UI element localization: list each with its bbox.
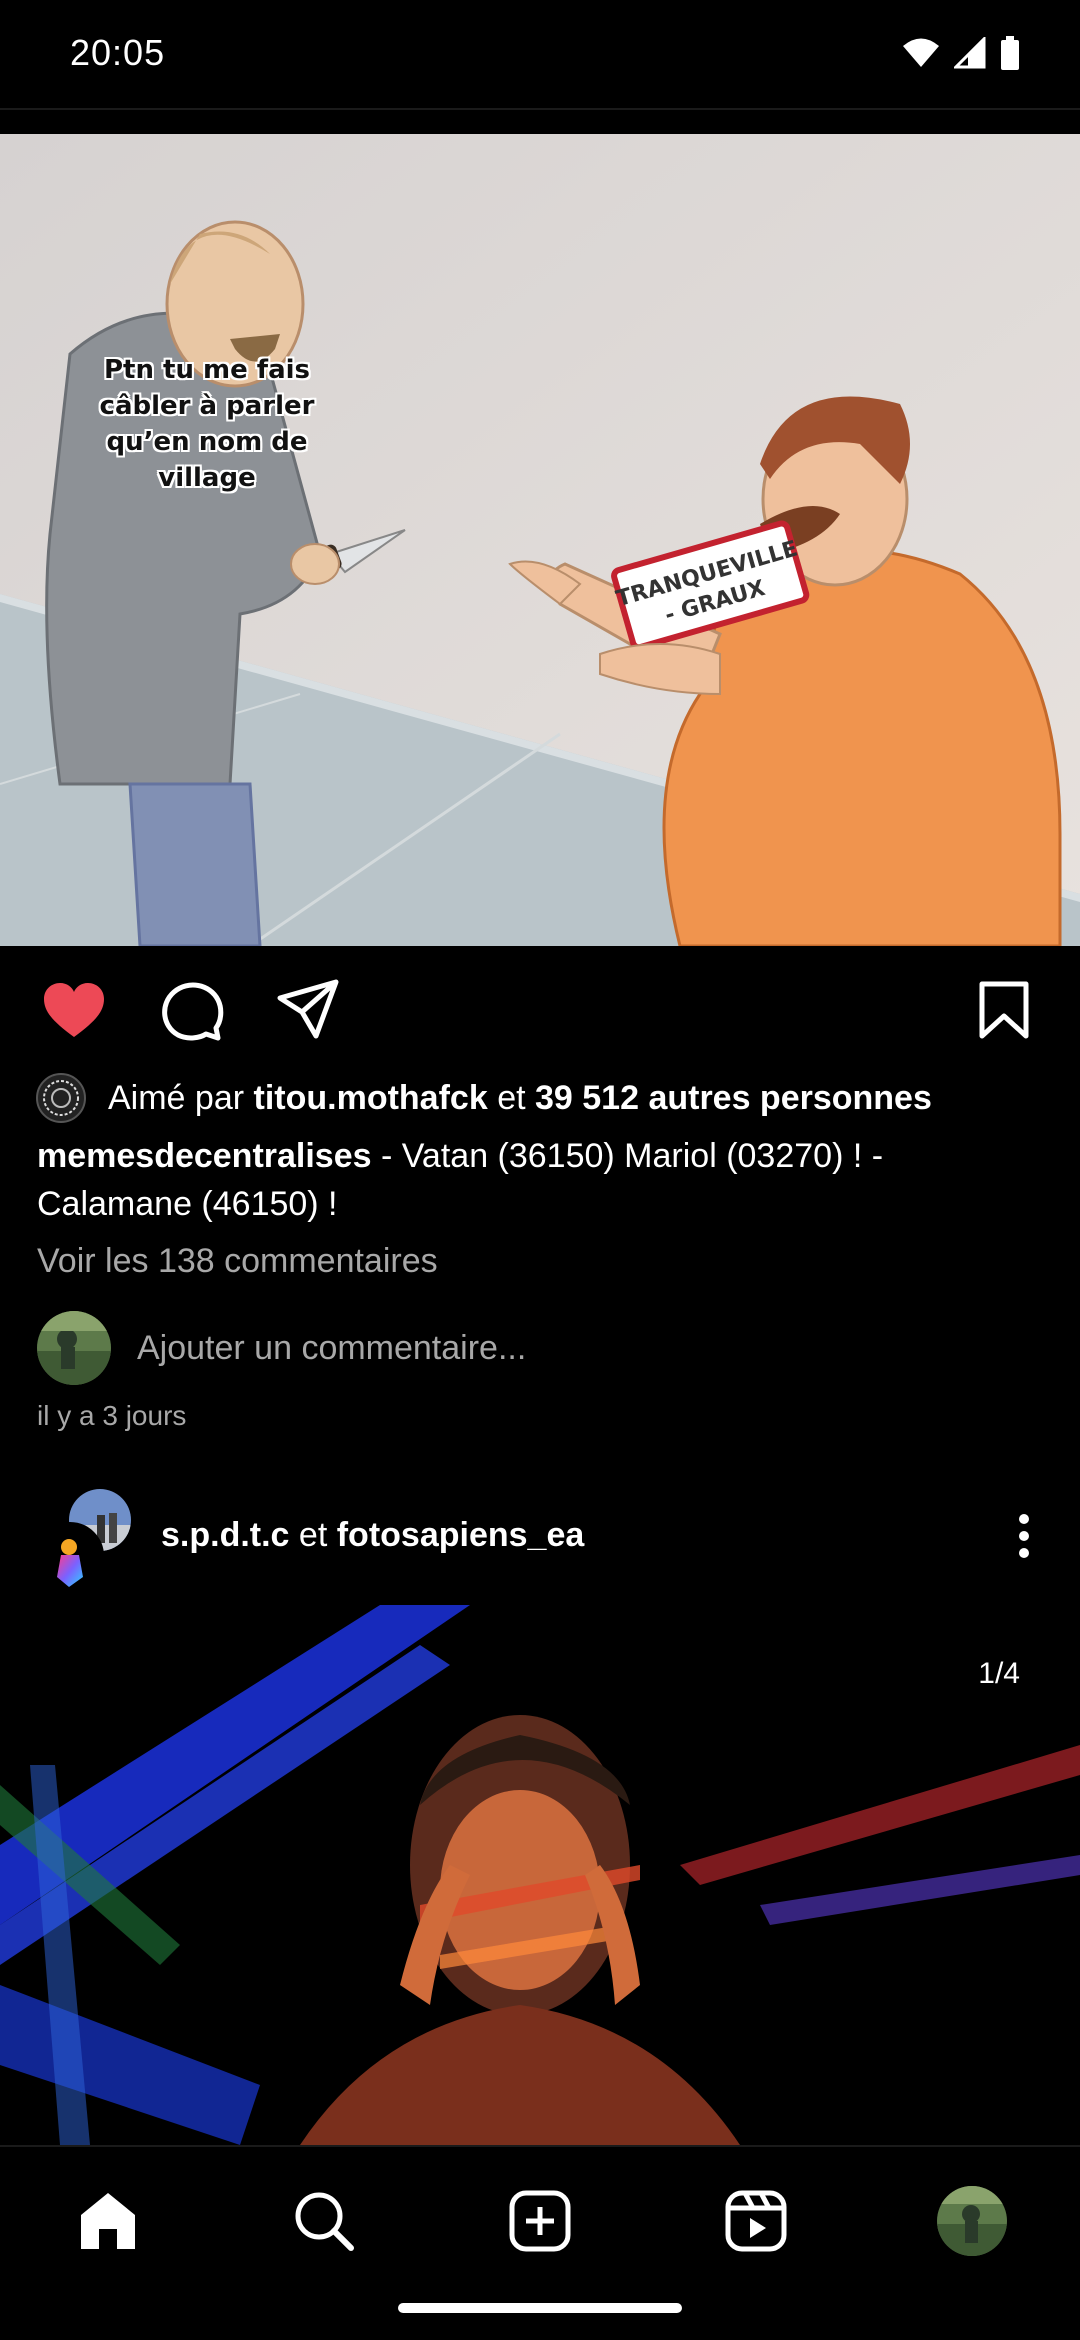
- battery-icon: [1001, 36, 1019, 70]
- status-bar: 20:05: [0, 0, 1080, 108]
- likes-others[interactable]: 39 512 autres personnes: [535, 1079, 932, 1118]
- post-image[interactable]: TRANQUEVILLE - GRAUX Ptn tu me fais câbl…: [0, 134, 1080, 946]
- signal-icon: [954, 37, 986, 69]
- post-time-ago: il y a 3 jours: [37, 1400, 187, 1431]
- post2-usernames: s.p.d.t.c et fotosapiens_ea: [161, 1516, 584, 1555]
- create-icon: [509, 2190, 571, 2252]
- caption-username[interactable]: memesdecentralises: [37, 1137, 372, 1175]
- more-vertical-icon: [1019, 1514, 1029, 1558]
- post2-photo: [0, 1605, 1080, 2145]
- post2-joiner: et: [298, 1516, 328, 1554]
- comment-icon: [162, 982, 224, 1041]
- nav-reels[interactable]: [716, 2181, 796, 2261]
- view-comments-link[interactable]: Voir les 138 commentaires: [37, 1242, 438, 1281]
- heart-icon: [44, 983, 104, 1037]
- nav-create[interactable]: [500, 2181, 580, 2261]
- like-button[interactable]: [36, 972, 112, 1048]
- wifi-icon: [903, 38, 939, 67]
- send-icon: [277, 979, 339, 1039]
- post-caption: memesdecentralises - Vatan (36150) Mario…: [37, 1132, 1047, 1228]
- status-icons: [902, 36, 1020, 70]
- nav-search[interactable]: [284, 2181, 364, 2261]
- more-options-button[interactable]: [994, 1506, 1054, 1566]
- meme-caption: Ptn tu me fais câbler à parler qu’en nom…: [99, 355, 315, 493]
- post2-avatars[interactable]: [36, 1486, 136, 1590]
- add-comment-row[interactable]: Ajouter un commentaire...: [37, 1310, 526, 1386]
- top-separator: [0, 108, 1080, 110]
- profile-avatar: [937, 2186, 1007, 2256]
- carousel-counter: 1/4: [978, 1657, 1020, 1690]
- author-avatar: [36, 1522, 104, 1590]
- liker-avatar: [36, 1073, 86, 1123]
- status-time: 20:05: [70, 32, 166, 73]
- home-icon: [81, 2193, 135, 2249]
- post-actions: [0, 960, 1080, 1060]
- liker-username[interactable]: titou.mothafck: [254, 1079, 488, 1118]
- meme-illustration: TRANQUEVILLE - GRAUX: [0, 134, 1080, 946]
- search-icon: [295, 2192, 354, 2251]
- comment-button[interactable]: [154, 972, 230, 1048]
- user-avatar: [37, 1311, 111, 1385]
- share-button[interactable]: [270, 972, 346, 1048]
- likes-summary[interactable]: Aimé par titou.mothafck et 39 512 autres…: [36, 1072, 932, 1124]
- bookmark-icon: [979, 981, 1029, 1039]
- home-indicator[interactable]: [398, 2303, 682, 2313]
- post2-user2[interactable]: fotosapiens_ea: [337, 1516, 585, 1554]
- likes-prefix: Aimé par: [108, 1078, 245, 1117]
- likes-joiner: et: [497, 1078, 526, 1117]
- nav-profile[interactable]: [932, 2181, 1012, 2261]
- reels-icon: [725, 2190, 787, 2252]
- post2-header: s.p.d.t.c et fotosapiens_ea: [0, 1480, 1080, 1590]
- nav-home[interactable]: [68, 2181, 148, 2261]
- post2-image[interactable]: 1/4: [0, 1605, 1080, 2145]
- post2-user1[interactable]: s.p.d.t.c: [161, 1516, 289, 1554]
- save-button[interactable]: [966, 972, 1042, 1048]
- comment-input[interactable]: Ajouter un commentaire...: [137, 1329, 526, 1368]
